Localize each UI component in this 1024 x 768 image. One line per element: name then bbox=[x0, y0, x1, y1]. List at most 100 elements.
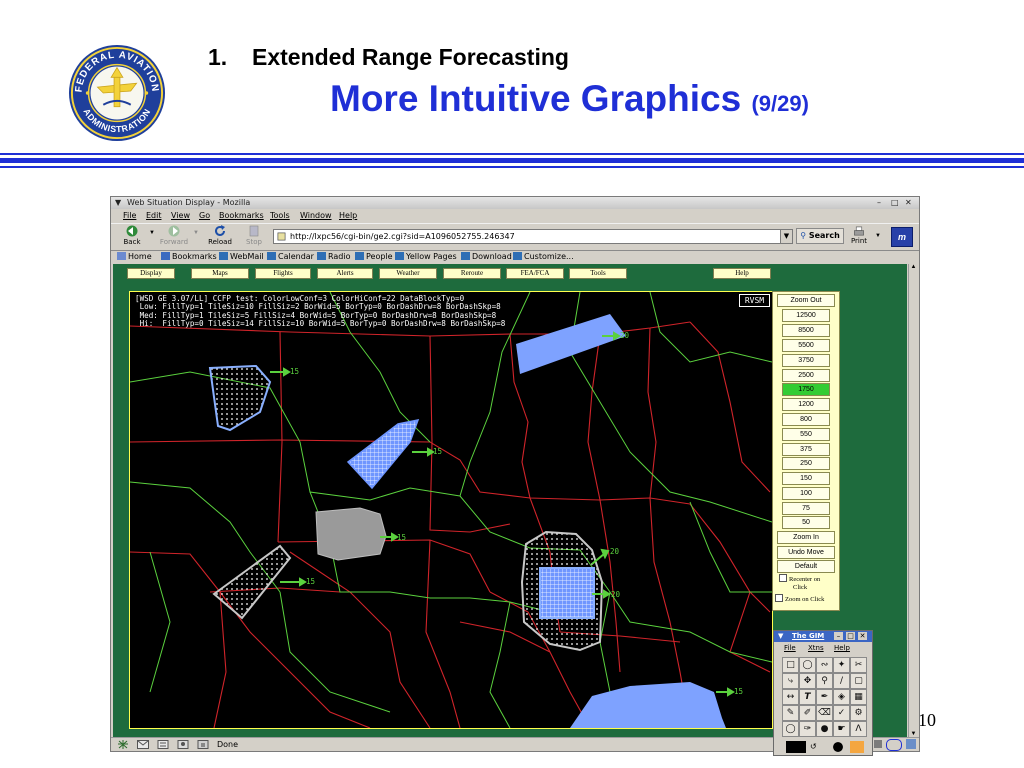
app-menu-weather[interactable]: Weather bbox=[379, 268, 437, 279]
bookmark-download[interactable]: Download bbox=[461, 251, 512, 263]
recenter-on-click-checkbox[interactable] bbox=[779, 574, 787, 582]
storm-polygon-solid-ne[interactable] bbox=[516, 314, 626, 374]
search-button[interactable]: ⚲ Search bbox=[796, 228, 844, 244]
undo-move-button[interactable]: Undo Move bbox=[777, 546, 835, 559]
foreground-color-swatch[interactable] bbox=[786, 741, 806, 753]
bookmark-home[interactable]: Home bbox=[117, 251, 152, 263]
address-book-icon[interactable] bbox=[177, 740, 189, 749]
app-menu-flights[interactable]: Flights bbox=[255, 268, 311, 279]
storm-polygon-low-sw[interactable] bbox=[212, 544, 292, 620]
app-menu-help[interactable]: Help bbox=[713, 268, 771, 279]
gim-minimize-icon[interactable]: – bbox=[834, 632, 843, 640]
navigator-icon[interactable] bbox=[117, 740, 129, 749]
app-menu-reroute[interactable]: Reroute bbox=[443, 268, 501, 279]
menu-edit[interactable]: Edit bbox=[146, 210, 162, 222]
move-icon[interactable]: ✥ bbox=[799, 673, 816, 689]
altitude-button-375[interactable]: 375 bbox=[782, 443, 830, 456]
dodge-burn-icon[interactable]: ● bbox=[816, 721, 833, 737]
bookmark-people[interactable]: People bbox=[355, 251, 393, 263]
altitude-button-2500[interactable]: 2500 bbox=[782, 369, 830, 382]
situation-map[interactable]: 15 15 15 15 20 20 20 15 [WSD GE 3.07/LL]… bbox=[129, 291, 773, 729]
gim-maximize-icon[interactable]: □ bbox=[846, 632, 855, 640]
measure-icon[interactable]: Λ bbox=[850, 721, 867, 737]
menu-bookmarks[interactable]: Bookmarks bbox=[219, 210, 264, 222]
storm-polygon-low-nw[interactable] bbox=[208, 364, 272, 432]
zoom-on-click-checkbox[interactable] bbox=[775, 594, 783, 602]
bookmark-webmail[interactable]: WebMail bbox=[219, 251, 264, 263]
gim-window-menu-icon[interactable]: ▼ bbox=[778, 631, 783, 642]
security-icon[interactable] bbox=[197, 740, 209, 749]
menu-view[interactable]: View bbox=[171, 210, 190, 222]
bookmark-calendar[interactable]: Calendar bbox=[267, 251, 314, 263]
swap-colors-icon[interactable]: ↺ bbox=[810, 741, 820, 753]
gim-close-icon[interactable]: ✕ bbox=[858, 632, 867, 640]
maximize-icon[interactable]: □ bbox=[891, 197, 899, 209]
transform-icon[interactable]: ▢ bbox=[850, 673, 867, 689]
stop-button[interactable]: Stop bbox=[236, 225, 272, 246]
bookmark-customize[interactable]: Customize... bbox=[513, 251, 574, 263]
crop-icon[interactable]: ∕ bbox=[833, 673, 850, 689]
storm-polygon-med-central[interactable] bbox=[346, 419, 420, 490]
menu-tools[interactable]: Tools bbox=[270, 210, 290, 222]
clone-icon[interactable]: ⚙ bbox=[850, 705, 867, 721]
bookmark-bookmarks[interactable]: Bookmarks bbox=[161, 251, 217, 263]
url-history-dropdown-icon[interactable]: ▼ bbox=[780, 230, 792, 243]
rvsm-button[interactable]: RVSM bbox=[739, 294, 770, 307]
print-button[interactable]: Print bbox=[845, 226, 873, 245]
altitude-button-50[interactable]: 50 bbox=[782, 516, 830, 529]
altitude-button-1750[interactable]: 1750 bbox=[782, 383, 830, 396]
reload-button[interactable]: Reload bbox=[202, 225, 238, 246]
recenter-on-click-option[interactable]: Recenter on Click bbox=[779, 574, 820, 592]
pencil-icon[interactable]: ✎ bbox=[782, 705, 799, 721]
tray-icon-3[interactable] bbox=[906, 739, 916, 749]
mozilla-throbber-icon[interactable]: m bbox=[891, 227, 913, 247]
page-scrollbar[interactable]: ▲ ▼ bbox=[908, 264, 918, 737]
altitude-button-100[interactable]: 100 bbox=[782, 487, 830, 500]
bezier-select-icon[interactable]: ⤷ bbox=[782, 673, 799, 689]
app-menu-fea-fca[interactable]: FEA/FCA bbox=[506, 268, 564, 279]
eraser-icon[interactable]: ⌫ bbox=[816, 705, 833, 721]
back-dropdown-icon[interactable]: ▼ bbox=[149, 230, 155, 236]
blend-icon[interactable]: ▦ bbox=[850, 689, 867, 705]
window-menu-icon[interactable]: ▼ bbox=[115, 197, 121, 209]
storm-polygon-hi-grey[interactable] bbox=[315, 507, 387, 561]
gim-menu-xtns[interactable]: Xtns bbox=[808, 643, 824, 653]
fuzzy-select-icon[interactable]: ✦ bbox=[833, 657, 850, 673]
rect-select-icon[interactable]: □ bbox=[782, 657, 799, 673]
ellipse-select-icon[interactable]: ◯ bbox=[799, 657, 816, 673]
pattern-preview-icon[interactable] bbox=[850, 741, 864, 753]
altitude-button-3750[interactable]: 3750 bbox=[782, 354, 830, 367]
close-icon[interactable]: ✕ bbox=[905, 197, 912, 209]
zoom-out-button[interactable]: Zoom Out bbox=[777, 294, 835, 307]
altitude-button-800[interactable]: 800 bbox=[782, 413, 830, 426]
back-button[interactable]: Back bbox=[114, 225, 150, 246]
menu-go[interactable]: Go bbox=[199, 210, 210, 222]
color-picker-icon[interactable]: ✒ bbox=[816, 689, 833, 705]
forward-dropdown-icon[interactable]: ▼ bbox=[193, 230, 199, 236]
tray-icon-1[interactable] bbox=[874, 740, 882, 748]
airbrush-icon[interactable]: ✓ bbox=[833, 705, 850, 721]
altitude-button-1200[interactable]: 1200 bbox=[782, 398, 830, 411]
altitude-button-8500[interactable]: 8500 bbox=[782, 324, 830, 337]
altitude-button-12500[interactable]: 12500 bbox=[782, 309, 830, 322]
minimize-icon[interactable]: – bbox=[877, 197, 881, 209]
bookmark-radio[interactable]: Radio bbox=[317, 251, 350, 263]
gim-titlebar[interactable]: ▼ The GIM – □ ✕ bbox=[774, 631, 872, 642]
menu-help[interactable]: Help bbox=[339, 210, 357, 222]
bucket-fill-icon[interactable]: ◈ bbox=[833, 689, 850, 705]
url-bar[interactable]: http://lxpc56/cgi-bin/ge2.cgi?sid=A10960… bbox=[273, 229, 793, 244]
map-canvas[interactable]: 15 15 15 15 20 20 20 15 bbox=[130, 292, 772, 728]
flip-icon[interactable]: ↔ bbox=[782, 689, 799, 705]
altitude-button-550[interactable]: 550 bbox=[782, 428, 830, 441]
altitude-button-5500[interactable]: 5500 bbox=[782, 339, 830, 352]
default-button[interactable]: Default bbox=[777, 560, 835, 573]
convolve-icon[interactable]: ◯ bbox=[782, 721, 799, 737]
print-dropdown-icon[interactable]: ▼ bbox=[875, 233, 881, 239]
gim-menu-file[interactable]: File bbox=[784, 643, 796, 653]
storm-polygon-gulf[interactable] bbox=[570, 682, 726, 728]
paintbrush-icon[interactable]: ✐ bbox=[799, 705, 816, 721]
window-titlebar[interactable]: ▼ Web Situation Display - Mozilla – □ ✕ bbox=[111, 197, 919, 209]
altitude-button-150[interactable]: 150 bbox=[782, 472, 830, 485]
tray-icon-2[interactable] bbox=[886, 739, 902, 751]
app-menu-maps[interactable]: Maps bbox=[191, 268, 249, 279]
